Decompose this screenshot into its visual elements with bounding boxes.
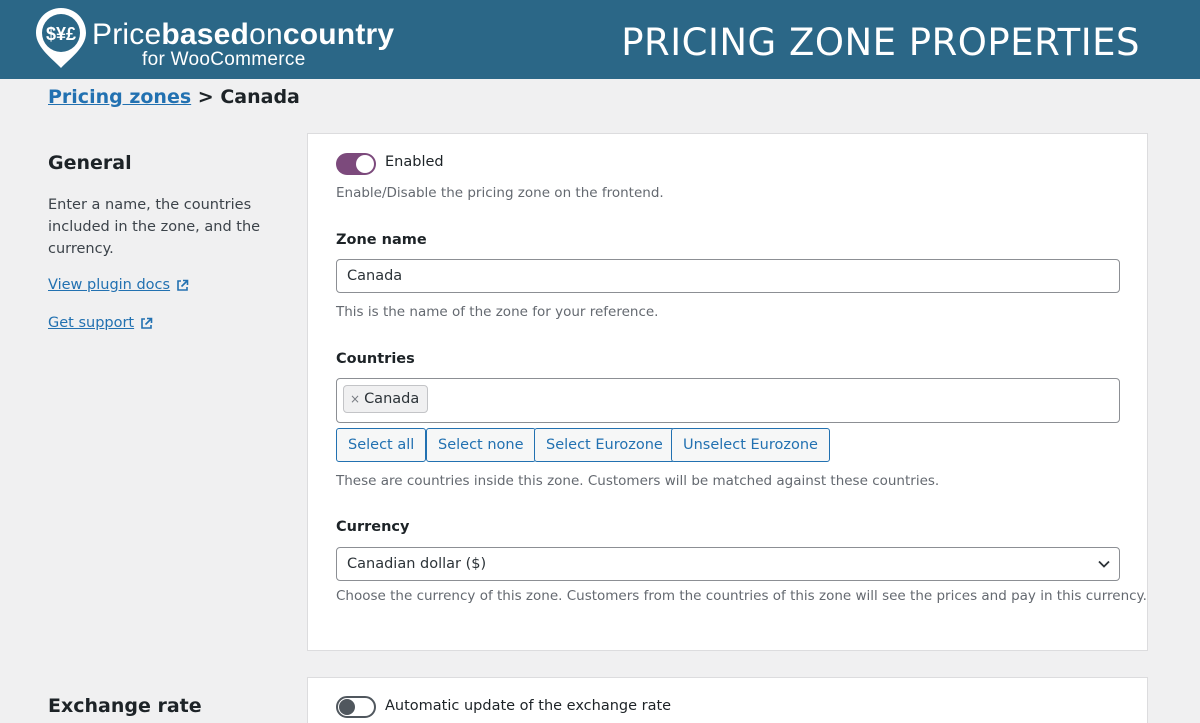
toggle-knob [356,155,374,173]
countries-help: These are countries inside this zone. Cu… [336,473,940,489]
countries-multiselect[interactable]: × Canada [336,378,1120,423]
currency-selected-value: Canadian dollar ($) [347,556,487,572]
general-section-title: General [48,152,132,174]
exchange-rate-section-title: Exchange rate [48,695,202,717]
select-all-button[interactable]: Select all [336,428,427,462]
countries-label: Countries [336,351,415,367]
unselect-eurozone-button[interactable]: Unselect Eurozone [671,428,830,462]
breadcrumb-current: Canada [220,86,300,108]
view-plugin-docs-link[interactable]: View plugin docs [48,277,189,293]
currency-help: Choose the currency of this zone. Custom… [336,588,1147,604]
view-plugin-docs-label: View plugin docs [48,277,171,293]
select-eurozone-button[interactable]: Select Eurozone [534,428,675,462]
pin-symbols: $¥£ [46,24,76,44]
breadcrumb-link-pricing-zones[interactable]: Pricing zones [48,86,191,108]
enabled-help: Enable/Disable the pricing zone on the f… [336,185,664,201]
select-none-button[interactable]: Select none [426,428,536,462]
external-link-icon [177,279,189,291]
price-pin-icon: $¥£ [36,8,86,68]
zone-name-help: This is the name of the zone for your re… [336,304,659,320]
app-header: $¥£ Pricebasedoncountry for WooCommerce … [0,0,1200,79]
breadcrumb-separator: > [197,86,214,108]
get-support-link[interactable]: Get support [48,315,153,331]
page-title: PRICING ZONE PROPERTIES [621,21,1140,64]
breadcrumb: Pricing zones > Canada [48,84,300,110]
get-support-label: Get support [48,315,135,331]
zone-name-input[interactable]: Canada [336,259,1120,293]
enabled-label: Enabled [385,154,444,170]
external-link-icon [141,317,153,329]
general-settings-card: Enabled Enable/Disable the pricing zone … [307,133,1148,651]
currency-select[interactable]: Canadian dollar ($) [336,547,1120,581]
plugin-logo: $¥£ Pricebasedoncountry for WooCommerce [34,6,394,72]
country-chip-label: Canada [364,391,420,407]
chevron-down-icon [1098,560,1110,568]
currency-label: Currency [336,519,410,535]
country-chip-canada: × Canada [343,385,429,413]
auto-update-label: Automatic update of the exchange rate [385,698,672,714]
brand-subtitle: for WooCommerce [142,49,306,70]
zone-name-label: Zone name [336,232,427,248]
general-section-description: Enter a name, the countries included in … [48,197,261,257]
toggle-knob [339,699,355,715]
exchange-rate-card: Automatic update of the exchange rate [307,677,1148,723]
remove-chip-icon[interactable]: × [350,386,360,412]
enabled-toggle[interactable] [336,153,376,175]
auto-update-toggle[interactable] [336,696,376,718]
brand-name: Pricebasedoncountry [92,18,395,51]
